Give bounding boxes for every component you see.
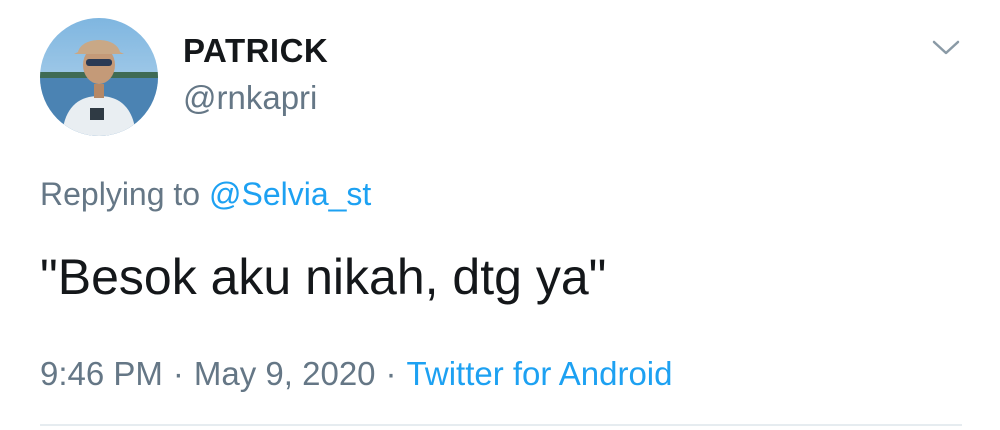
tweet-time[interactable]: 9:46 PM — [40, 355, 163, 392]
chevron-down-icon[interactable] — [928, 34, 964, 60]
replying-to: Replying to @Selvia_st — [40, 176, 371, 213]
meta-separator: · — [385, 355, 397, 392]
tweet-source-link[interactable]: Twitter for Android — [407, 355, 673, 392]
tweet-card: PATRICK @rnkapri Replying to @Selvia_st … — [0, 0, 1000, 430]
tweet-date[interactable]: May 9, 2020 — [194, 355, 376, 392]
reply-mention-link[interactable]: @Selvia_st — [209, 176, 371, 212]
tweet-meta: 9:46 PM · May 9, 2020 · Twitter for Android — [40, 355, 672, 393]
divider — [40, 424, 962, 426]
user-handle[interactable]: @rnkapri — [183, 79, 317, 117]
display-name[interactable]: PATRICK — [183, 32, 328, 70]
meta-separator: · — [172, 355, 184, 392]
avatar-image — [40, 18, 158, 136]
avatar[interactable] — [40, 18, 158, 136]
replying-to-label: Replying to — [40, 176, 201, 212]
tweet-text: "Besok aku nikah, dtg ya" — [40, 249, 607, 305]
